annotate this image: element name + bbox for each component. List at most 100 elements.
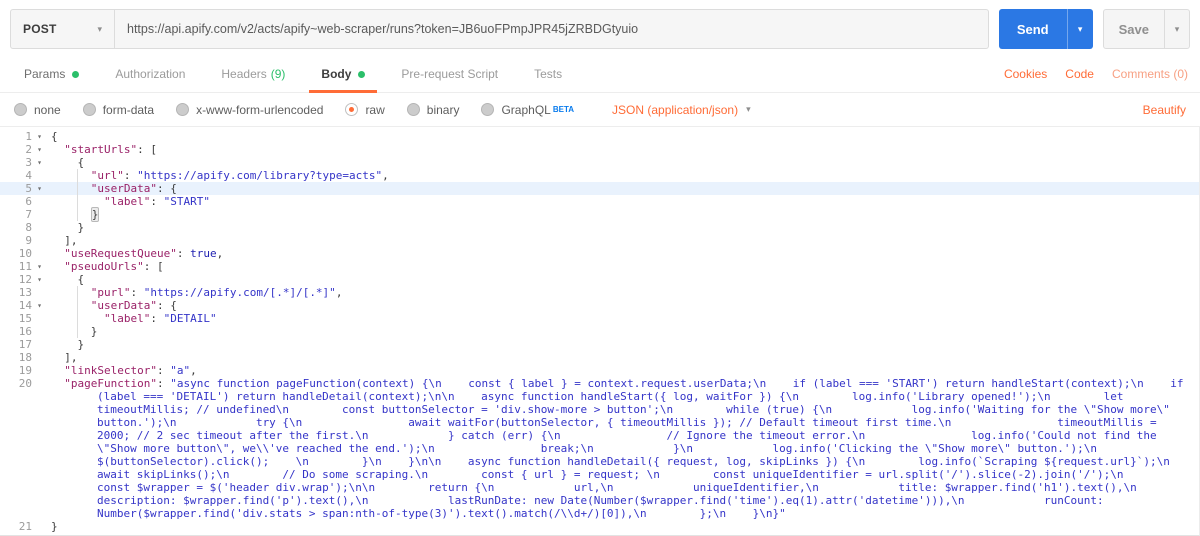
code-line-16[interactable]: 16 } — [0, 325, 1199, 338]
body-mode-row: none form-data x-www-form-urlencoded raw bin… — [0, 93, 1200, 127]
send-options-button[interactable]: ▾ — [1066, 9, 1093, 49]
body-mode-binary[interactable]: binary — [406, 103, 459, 117]
code-link[interactable]: Code — [1065, 67, 1094, 81]
code-token: { — [51, 273, 85, 286]
fold-caret-icon[interactable]: ▾ — [32, 299, 47, 312]
code-line-17[interactable]: 17 } — [0, 338, 1199, 351]
fold-caret-icon[interactable]: ▾ — [32, 260, 47, 273]
code-line-7[interactable]: 7 } — [0, 207, 1199, 222]
line-number: 19 — [18, 364, 32, 377]
line-number: 14 — [18, 299, 32, 312]
cookies-link[interactable]: Cookies — [1004, 67, 1047, 81]
gutter-spacer — [32, 312, 47, 325]
method-label: POST — [23, 22, 57, 36]
gutter-spacer — [32, 338, 47, 351]
code-line-10[interactable]: 10 "useRequestQueue": true, — [0, 247, 1199, 260]
tab-authorization[interactable]: Authorization — [103, 56, 197, 92]
line-number: 1 — [25, 130, 32, 143]
code-token: } — [51, 520, 58, 533]
green-dot-icon — [72, 70, 80, 78]
line-number: 13 — [18, 286, 32, 299]
save-button-group: Save ▾ — [1102, 9, 1190, 49]
body-mode-raw[interactable]: raw — [345, 102, 385, 117]
gutter-spacer — [32, 221, 47, 234]
code-line-8[interactable]: 8 } — [0, 221, 1199, 234]
fold-caret-icon[interactable]: ▾ — [32, 273, 47, 286]
code-token: : [ — [143, 260, 164, 273]
request-tabs: Params Authorization Headers (9) Body Pre-req… — [0, 56, 1200, 93]
save-options-button[interactable]: ▾ — [1164, 10, 1189, 48]
code-line-6[interactable]: 6 "label": "START" — [0, 195, 1199, 208]
code-token: } — [51, 338, 85, 351]
code-token: "label" — [103, 195, 151, 208]
fold-caret-icon[interactable]: ▾ — [32, 182, 47, 195]
code-token: } — [51, 325, 98, 338]
beautify-button[interactable]: Beautify — [1143, 103, 1186, 117]
body-mode-form-data[interactable]: form-data — [82, 102, 155, 117]
line-number: 3 — [25, 156, 32, 169]
code-text: { — [47, 156, 1199, 169]
tab-label: Headers — [221, 67, 267, 81]
code-line-18[interactable]: 18 ], — [0, 351, 1199, 364]
content-type-dropdown[interactable]: JSON (application/json) ▾ — [612, 103, 751, 117]
fold-caret-icon[interactable]: ▾ — [32, 130, 47, 143]
radio-icon — [176, 103, 190, 116]
code-text: "pageFunction": "async function pageFunc… — [47, 377, 1199, 520]
code-text: } — [47, 338, 1199, 351]
tab-headers[interactable]: Headers (9) — [209, 56, 297, 92]
code-token: : — [150, 312, 164, 325]
save-button[interactable]: Save — [1104, 10, 1164, 48]
fold-caret-icon[interactable]: ▾ — [32, 143, 47, 156]
code-line-1[interactable]: 1 ▾ { — [0, 130, 1199, 143]
line-number: 16 — [18, 325, 32, 338]
mode-label: GraphQL — [501, 102, 551, 117]
body-mode-none[interactable]: none — [14, 103, 61, 117]
code-text: "pseudoUrls": [ — [47, 260, 1199, 273]
code-token: "DETAIL" — [163, 312, 217, 325]
chevron-down-icon: ▾ — [1174, 23, 1180, 34]
gutter-spacer — [32, 195, 47, 208]
code-line-2[interactable]: 2 ▾ "startUrls": [ — [0, 143, 1199, 156]
code-line-9[interactable]: 9 ], — [0, 234, 1199, 247]
code-text: } — [47, 520, 1199, 533]
line-number: 18 — [18, 351, 32, 364]
send-button[interactable]: Send — [999, 9, 1067, 49]
code-line-12[interactable]: 12 ▾ { — [0, 273, 1199, 286]
tab-pre-request-script[interactable]: Pre-request Script — [389, 56, 510, 92]
gutter-spacer — [32, 520, 47, 533]
code-text: "linkSelector": "a", — [47, 364, 1199, 377]
comments-link[interactable]: Comments (0) — [1112, 67, 1188, 81]
tab-body[interactable]: Body — [309, 56, 378, 93]
tab-tests[interactable]: Tests — [522, 56, 574, 92]
tab-label: Params — [24, 67, 66, 81]
url-input[interactable] — [115, 10, 988, 48]
raw-body-editor[interactable]: 1 ▾{2 ▾ "startUrls": [3 ▾ {4 "url": "https:… — [0, 127, 1200, 536]
mode-label: raw — [365, 102, 385, 117]
code-line-4[interactable]: 4 "url": "https://apify.com/library?type… — [0, 169, 1199, 182]
code-line-19[interactable]: 19 "linkSelector": "a", — [0, 364, 1199, 377]
code-token: { — [51, 156, 85, 169]
code-line-15[interactable]: 15 "label": "DETAIL" — [0, 312, 1199, 325]
line-number: 12 — [18, 273, 32, 286]
body-mode-x-www-form-urlencoded[interactable]: x-www-form-urlencoded — [176, 103, 323, 117]
code-line-21[interactable]: 21} — [0, 520, 1199, 533]
code-line-11[interactable]: 11 ▾ "pseudoUrls": [ — [0, 260, 1199, 273]
tabs-right: Cookies Code Comments (0) — [1004, 67, 1188, 81]
tab-params[interactable]: Params — [12, 56, 91, 92]
code-line-20[interactable]: 20 "pageFunction": "async function pageF… — [0, 377, 1199, 520]
code-line-5[interactable]: 5 ▾ "userData": { — [0, 182, 1199, 195]
url-group: POST ▾ — [10, 9, 989, 49]
code-text: "label": "DETAIL" — [47, 312, 1199, 325]
code-line-3[interactable]: 3 ▾ { — [0, 156, 1199, 169]
fold-caret-icon[interactable]: ▾ — [32, 156, 47, 169]
mode-label: form-data — [102, 102, 155, 117]
tab-label: Pre-request Script — [401, 67, 499, 81]
code-token: , — [216, 247, 224, 260]
gutter-spacer — [32, 169, 47, 182]
body-mode-graphql[interactable]: GraphQL BETA — [481, 103, 574, 117]
code-line-13[interactable]: 13 "purl": "https://apify.com/[.*]/[.*]"… — [0, 286, 1199, 299]
code-line-14[interactable]: 14 ▾ "userData": { — [0, 299, 1199, 312]
method-dropdown[interactable]: POST ▾ — [11, 10, 115, 48]
